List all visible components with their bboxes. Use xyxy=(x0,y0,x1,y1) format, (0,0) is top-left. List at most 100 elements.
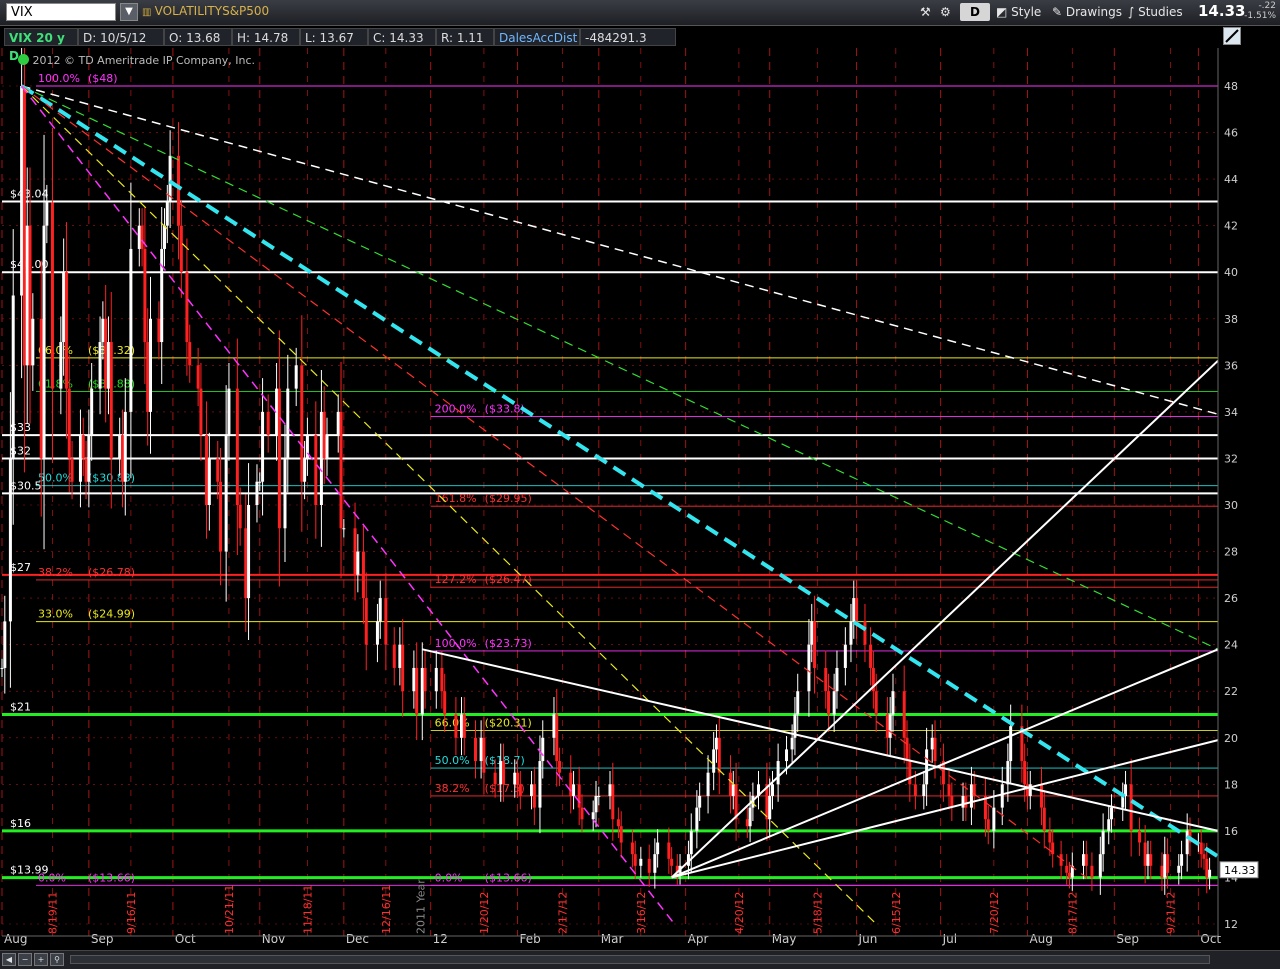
candle-body xyxy=(1065,865,1069,873)
drawings-button[interactable]: ✎ Drawings xyxy=(1052,3,1122,21)
studies-button[interactable]: ∫ Studies xyxy=(1128,3,1183,21)
candle-body xyxy=(283,458,287,529)
bar-date: D: 10/5/12 xyxy=(78,28,164,46)
candle-body xyxy=(1042,807,1046,831)
zoom-in-button[interactable]: + xyxy=(34,953,48,966)
y-tick-label: 18 xyxy=(1224,778,1238,791)
style-button[interactable]: ◩ Style xyxy=(996,3,1041,21)
candle-body xyxy=(633,854,637,866)
candle-body xyxy=(734,784,738,820)
candle-body xyxy=(81,435,85,459)
candle-body xyxy=(266,411,270,436)
style-icon: ◩ xyxy=(996,5,1012,19)
candle-body xyxy=(398,644,402,668)
candle-body xyxy=(20,86,24,296)
candle-body xyxy=(1166,854,1170,873)
candle-body xyxy=(84,458,88,482)
level-label: $16 xyxy=(10,817,31,830)
candle-body xyxy=(59,342,63,389)
x-month-label: Aug xyxy=(1029,932,1052,946)
study-name[interactable]: DalesAccDist xyxy=(494,28,580,46)
x-month-label: Feb xyxy=(520,932,541,946)
candle-body xyxy=(670,858,674,866)
candle-body xyxy=(813,621,817,668)
x-month-label: 12 xyxy=(433,932,448,946)
candle-body xyxy=(8,458,12,622)
candle-body xyxy=(695,807,699,831)
candle-body xyxy=(454,714,458,738)
candle-body xyxy=(530,784,534,796)
candle-body xyxy=(1098,854,1102,878)
candle-body xyxy=(87,435,91,482)
candle-body xyxy=(1146,854,1150,866)
week-marker-label: 4/20/12 xyxy=(733,892,746,934)
candle-body xyxy=(177,155,181,226)
candle-body xyxy=(785,749,789,762)
candle-body xyxy=(616,819,620,827)
watchlist-label: VOLATILITYS&P500 xyxy=(154,4,270,18)
symbol-input[interactable]: VIX xyxy=(6,3,116,21)
candle-body xyxy=(258,481,262,483)
candle-body xyxy=(748,807,752,827)
candle-body xyxy=(1048,830,1052,843)
price-chart[interactable]: $43.04$40.00$33$32$30.5$27$21$16$13.99 1… xyxy=(0,48,1280,950)
week-marker-label: 8/19/11 xyxy=(46,892,59,934)
candle-body xyxy=(482,737,486,773)
candle-body xyxy=(902,691,906,738)
candle-body xyxy=(832,691,836,715)
y-tick-label: 48 xyxy=(1224,80,1238,93)
candle-body xyxy=(555,714,559,762)
symbol-dropdown-button[interactable]: ▼ xyxy=(120,3,138,21)
candle-body xyxy=(653,854,657,873)
week-marker-label: 6/15/12 xyxy=(890,892,903,934)
candle-body xyxy=(852,598,856,622)
level-label: $21 xyxy=(10,701,31,714)
change-box: -.22 -1.51% xyxy=(1242,1,1276,21)
candle-body xyxy=(78,435,82,482)
week-marker-label: 7/20/12 xyxy=(988,892,1001,934)
zoom-out-button[interactable]: − xyxy=(18,953,32,966)
percent-change: -1.51% xyxy=(1244,11,1276,21)
candle-body xyxy=(768,795,772,820)
scroll-left-button[interactable]: ◀ xyxy=(2,953,16,966)
candle-body xyxy=(143,248,147,343)
tools-button[interactable]: ⚒ xyxy=(920,3,931,21)
candle-body xyxy=(109,342,113,459)
d-button[interactable]: D xyxy=(960,3,990,21)
settings-button[interactable]: ⚙ xyxy=(940,3,951,21)
candle-body xyxy=(196,365,200,389)
bar-low: L: 13.67 xyxy=(300,28,368,46)
candle-body xyxy=(869,644,873,668)
zoom-in-icon: + xyxy=(37,955,45,964)
watchlist-name[interactable]: ▥ VOLATILITYS&P500 xyxy=(142,4,269,18)
fib-extension-pct-label: 0.0% xyxy=(435,871,463,884)
candle-body xyxy=(123,411,127,482)
candle-body xyxy=(1025,784,1029,796)
candle-body xyxy=(219,481,223,552)
candle-body xyxy=(513,772,517,785)
candle-body xyxy=(319,411,323,505)
candle-body xyxy=(339,411,343,529)
candle-body xyxy=(118,435,122,459)
candle-body xyxy=(947,784,951,796)
candle-body xyxy=(516,772,520,785)
chart-tool-icon[interactable] xyxy=(1223,27,1241,45)
candle-body xyxy=(698,795,702,808)
candle-body xyxy=(855,598,859,622)
candle-body xyxy=(224,435,228,552)
y-tick-label: 42 xyxy=(1224,220,1238,233)
candle-body xyxy=(594,795,598,813)
x-month-label: May xyxy=(772,932,797,946)
fib-extension-price-label: ($29.95) xyxy=(485,492,532,505)
zoom-reset-button[interactable]: ⚲ xyxy=(50,953,64,966)
candle-body xyxy=(163,225,167,249)
candle-body xyxy=(541,737,545,762)
candle-body xyxy=(1000,784,1004,808)
horizontal-scrollbar[interactable] xyxy=(70,955,1210,964)
fib-retracement-pct-label: 33.0% xyxy=(38,608,73,621)
trend-line xyxy=(670,359,1219,879)
bottom-toolbar: ◀ − + ⚲ xyxy=(0,950,1280,969)
week-marker-label: 10/21/11 xyxy=(223,885,236,934)
chart-id[interactable]: VIX 20 y D xyxy=(4,28,78,63)
candle-body xyxy=(810,621,814,645)
